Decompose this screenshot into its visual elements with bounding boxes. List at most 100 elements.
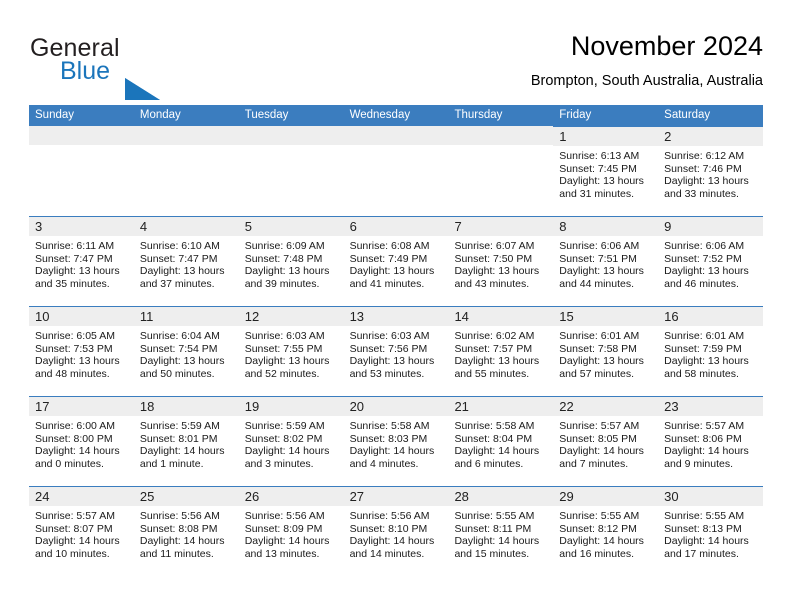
date-number: 10 <box>29 307 134 326</box>
triangle-icon <box>125 78 160 100</box>
date-number: 17 <box>29 397 134 416</box>
daylight-text-line2: and 4 minutes. <box>349 458 419 471</box>
date-number: 11 <box>133 307 239 326</box>
date-number: 21 <box>448 397 554 416</box>
week-row: 1 Sunrise: 6:13 AM Sunset: 7:45 PM Daylight… <box>29 126 764 216</box>
sunrise-text: Sunrise: 5:57 AM <box>559 420 640 432</box>
sunrise-text: Sunrise: 5:58 AM <box>454 420 535 432</box>
sunrise-text: Sunrise: 6:05 AM <box>35 330 115 342</box>
date-number: 14 <box>448 307 554 326</box>
day-cell[interactable]: 16 Sunrise: 6:01 AM Sunset: 7:59 PM Dayligh… <box>658 306 764 396</box>
daylight-text-line2: and 46 minutes. <box>664 278 739 291</box>
day-cell[interactable]: 21 Sunrise: 5:58 AM Sunset: 8:04 PM Dayligh… <box>448 396 554 486</box>
daylight-text-line1: Daylight: 14 hours <box>664 535 749 548</box>
date-number: 9 <box>658 217 764 236</box>
date-number <box>448 126 554 145</box>
sunset-text: Sunset: 8:09 PM <box>244 522 323 535</box>
daylight-text-line1: Daylight: 13 hours <box>139 265 225 278</box>
daylight-text-line1: Daylight: 14 hours <box>35 535 120 548</box>
date-number: 15 <box>553 307 659 326</box>
day-cell[interactable]: 10 Sunrise: 6:05 AM Sunset: 7:53 PM Dayligh… <box>29 306 134 396</box>
sunset-text: Sunset: 7:59 PM <box>664 342 742 355</box>
sunrise-text: Sunrise: 5:57 AM <box>35 510 115 522</box>
day-cell[interactable]: 20 Sunrise: 5:58 AM Sunset: 8:03 PM Dayligh… <box>343 396 449 486</box>
weekday-header-saturday: Saturday <box>664 109 711 121</box>
sunset-text: Sunset: 7:54 PM <box>139 342 218 355</box>
day-cell[interactable]: 2 Sunrise: 6:12 AM Sunset: 7:46 PM Daylight… <box>658 126 764 216</box>
day-cell[interactable]: 1 Sunrise: 6:13 AM Sunset: 7:45 PM Daylight… <box>553 126 659 216</box>
day-cell[interactable]: 6 Sunrise: 6:08 AM Sunset: 7:49 PM Daylight… <box>343 216 449 306</box>
date-number: 23 <box>658 397 764 416</box>
day-cell[interactable]: 5 Sunrise: 6:09 AM Sunset: 7:48 PM Daylight… <box>238 216 344 306</box>
day-cell[interactable]: 13 Sunrise: 6:03 AM Sunset: 7:56 PM Dayligh… <box>343 306 449 396</box>
sunset-text: Sunset: 7:50 PM <box>454 252 533 265</box>
sunset-text: Sunset: 8:08 PM <box>139 522 218 535</box>
date-number: 24 <box>29 487 134 506</box>
weekday-header-thursday: Thursday <box>454 109 503 121</box>
sunset-text: Sunset: 8:06 PM <box>664 432 742 445</box>
day-cell[interactable]: 9 Sunrise: 6:06 AM Sunset: 7:52 PM Daylight… <box>658 216 764 306</box>
day-cell[interactable]: 3 Sunrise: 6:11 AM Sunset: 7:47 PM Daylight… <box>29 216 134 306</box>
day-cell[interactable]: 24 Sunrise: 5:57 AM Sunset: 8:07 PM Dayligh… <box>29 486 134 576</box>
daylight-text-line2: and 7 minutes. <box>559 458 629 471</box>
day-cell[interactable]: 17 Sunrise: 6:00 AM Sunset: 8:00 PM Dayligh… <box>29 396 134 486</box>
sunset-text: Sunset: 7:48 PM <box>244 252 323 265</box>
day-cell[interactable]: 14 Sunrise: 6:02 AM Sunset: 7:57 PM Dayligh… <box>448 306 554 396</box>
weekday-header-wednesday: Wednesday <box>349 109 411 121</box>
daylight-text-line2: and 33 minutes. <box>664 188 739 201</box>
day-cell[interactable]: 19 Sunrise: 5:59 AM Sunset: 8:02 PM Dayligh… <box>238 396 344 486</box>
daylight-text-line1: Daylight: 13 hours <box>35 265 120 278</box>
day-details: Sunrise: 5:55 AM Sunset: 8:12 PM Daylight:… <box>553 506 658 561</box>
sunset-text: Sunset: 8:07 PM <box>35 522 113 535</box>
day-cell[interactable]: 7 Sunrise: 6:07 AM Sunset: 7:50 PM Daylight… <box>448 216 554 306</box>
sunrise-text: Sunrise: 6:03 AM <box>349 330 430 342</box>
day-cell[interactable]: 27 Sunrise: 5:56 AM Sunset: 8:10 PM Dayligh… <box>343 486 449 576</box>
daylight-text-line1: Daylight: 13 hours <box>664 175 749 188</box>
daylight-text-line2: and 58 minutes. <box>664 368 739 381</box>
date-number: 20 <box>343 397 449 416</box>
day-cell[interactable]: 22 Sunrise: 5:57 AM Sunset: 8:05 PM Dayligh… <box>553 396 659 486</box>
sunrise-text: Sunrise: 5:55 AM <box>559 510 640 522</box>
day-details: Sunrise: 5:56 AM Sunset: 8:08 PM Daylight:… <box>134 506 239 561</box>
sunrise-text: Sunrise: 6:00 AM <box>35 420 115 432</box>
daylight-text-line1: Daylight: 14 hours <box>244 535 330 548</box>
day-details: Sunrise: 6:09 AM Sunset: 7:48 PM Daylight:… <box>239 236 344 291</box>
date-number: 29 <box>553 487 659 506</box>
sunrise-text: Sunrise: 5:56 AM <box>349 510 430 522</box>
daylight-text-line2: and 37 minutes. <box>139 278 215 291</box>
day-cell[interactable]: 26 Sunrise: 5:56 AM Sunset: 8:09 PM Dayligh… <box>238 486 344 576</box>
weekday-header-sunday: Sunday <box>35 109 75 121</box>
day-cell[interactable]: 25 Sunrise: 5:56 AM Sunset: 8:08 PM Dayligh… <box>133 486 239 576</box>
daylight-text-line2: and 53 minutes. <box>349 368 425 381</box>
day-cell[interactable]: 4 Sunrise: 6:10 AM Sunset: 7:47 PM Daylight… <box>133 216 239 306</box>
sunset-text: Sunset: 7:58 PM <box>559 342 637 355</box>
day-cell[interactable]: 30 Sunrise: 5:55 AM Sunset: 8:13 PM Dayligh… <box>658 486 764 576</box>
sunset-text: Sunset: 8:05 PM <box>559 432 637 445</box>
sunrise-text: Sunrise: 6:01 AM <box>664 330 745 342</box>
date-number: 4 <box>133 217 239 236</box>
date-number: 13 <box>343 307 449 326</box>
day-cell[interactable]: 18 Sunrise: 5:59 AM Sunset: 8:01 PM Dayligh… <box>133 396 239 486</box>
day-details: Sunrise: 5:58 AM Sunset: 8:04 PM Daylight:… <box>448 416 553 471</box>
day-details: Sunrise: 6:01 AM Sunset: 7:59 PM Daylight:… <box>658 326 763 381</box>
date-number: 30 <box>658 487 764 506</box>
brand-logo[interactable]: General Blue <box>29 34 249 100</box>
daylight-text-line1: Daylight: 14 hours <box>139 535 225 548</box>
daylight-text-line2: and 52 minutes. <box>244 368 320 381</box>
day-cell[interactable]: 11 Sunrise: 6:04 AM Sunset: 7:54 PM Dayligh… <box>133 306 239 396</box>
weekday-header-tuesday: Tuesday <box>244 109 289 121</box>
day-cell[interactable]: 8 Sunrise: 6:06 AM Sunset: 7:51 PM Daylight… <box>553 216 659 306</box>
day-details: Sunrise: 6:03 AM Sunset: 7:56 PM Daylight:… <box>344 326 449 381</box>
day-cell[interactable]: 28 Sunrise: 5:55 AM Sunset: 8:11 PM Dayligh… <box>448 486 554 576</box>
sunset-text: Sunset: 8:11 PM <box>454 522 532 535</box>
daylight-text-line1: Daylight: 13 hours <box>139 355 225 368</box>
sunset-text: Sunset: 8:03 PM <box>349 432 428 445</box>
day-cell[interactable]: 12 Sunrise: 6:03 AM Sunset: 7:55 PM Dayligh… <box>238 306 344 396</box>
daylight-text-line2: and 39 minutes. <box>244 278 320 291</box>
sunset-text: Sunset: 8:02 PM <box>244 432 323 445</box>
day-cell[interactable]: 29 Sunrise: 5:55 AM Sunset: 8:12 PM Dayligh… <box>553 486 659 576</box>
day-cell[interactable]: 23 Sunrise: 5:57 AM Sunset: 8:06 PM Dayligh… <box>658 396 764 486</box>
daylight-text-line1: Daylight: 13 hours <box>244 265 330 278</box>
day-cell[interactable]: 15 Sunrise: 6:01 AM Sunset: 7:58 PM Dayligh… <box>553 306 659 396</box>
sunrise-text: Sunrise: 6:13 AM <box>559 150 640 162</box>
